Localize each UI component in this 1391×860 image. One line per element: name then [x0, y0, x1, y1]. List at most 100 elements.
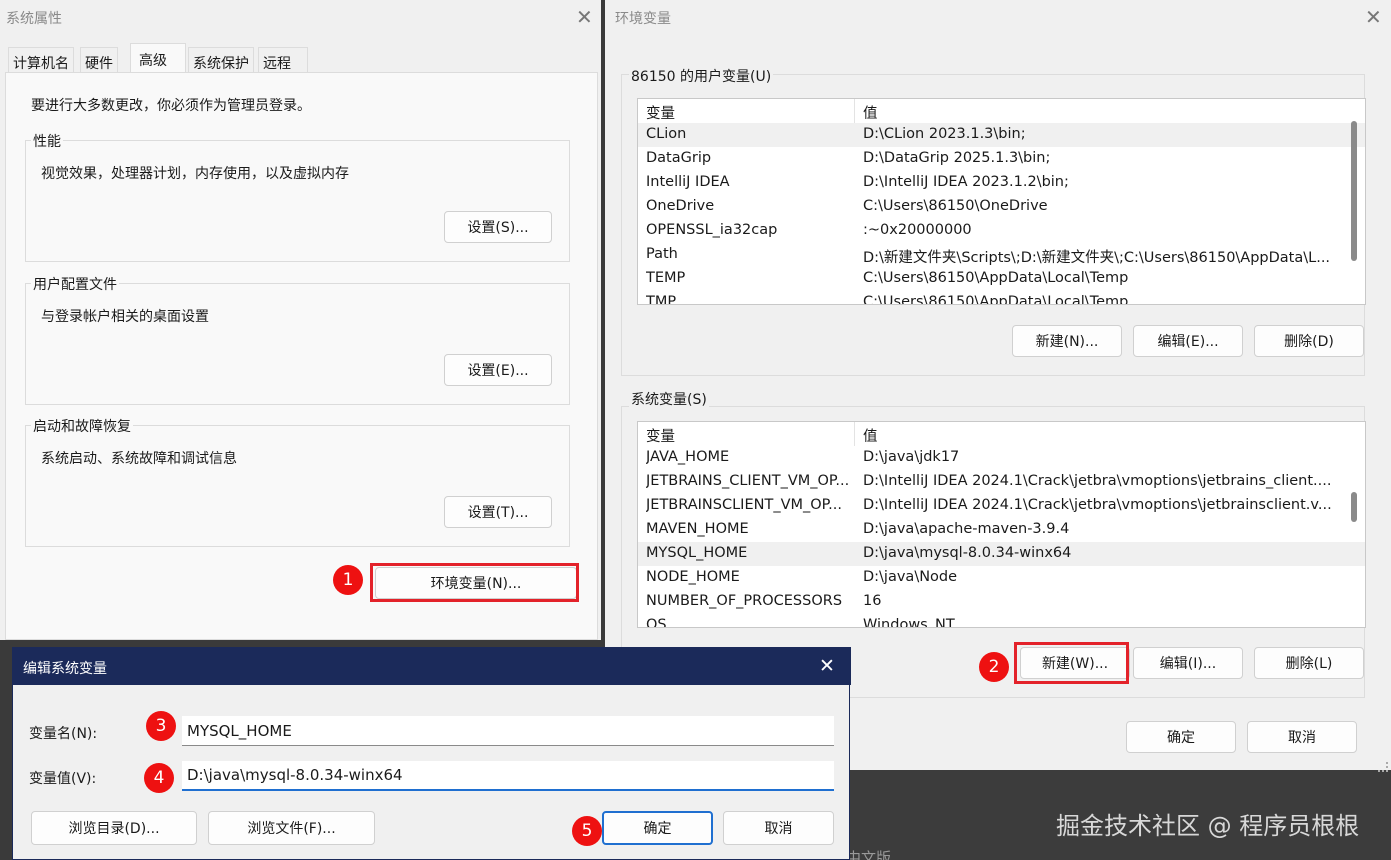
dialog-ok-button[interactable]: 确定 — [602, 811, 713, 845]
close-icon[interactable]: ✕ — [819, 655, 835, 677]
close-icon[interactable]: ✕ — [1365, 7, 1382, 27]
variable-name-label: 变量名(N): — [29, 726, 98, 742]
variable-value-label: 变量值(V): — [29, 771, 97, 787]
variable-value: Windows_NT — [863, 617, 955, 628]
list-header: 变量 值 — [638, 422, 1365, 446]
dialog-title: 编辑系统变量 — [23, 661, 107, 677]
edit-system-variable-dialog: 编辑系统变量 ✕ 变量名(N): 变量值(V): 浏览目录(D)... 浏览文件… — [12, 647, 851, 860]
taskbar-text: 中文版 — [846, 849, 892, 860]
performance-desc: 视觉效果，处理器计划，内存使用，以及虚拟内存 — [41, 166, 349, 182]
variable-name: JAVA_HOME — [646, 449, 730, 465]
variable-name: TEMP — [646, 270, 686, 286]
performance-group: 视觉效果，处理器计划，内存使用，以及虚拟内存 设置(S)... — [25, 140, 570, 262]
variable-value: D:\java\apache-maven-3.9.4 — [863, 521, 1070, 537]
step-marker-3: 3 — [146, 711, 176, 741]
user-profile-settings-button[interactable]: 设置(E)... — [444, 354, 552, 386]
column-header-value: 值 — [863, 106, 878, 122]
variable-name: IntelliJ IDEA — [646, 174, 730, 190]
user-variables-list[interactable]: 变量 值 CLion D:\CLion 2023.1.3\bin; DataGri… — [637, 98, 1366, 305]
window-title: 系统属性 — [6, 11, 62, 27]
column-header-variable: 变量 — [646, 429, 675, 445]
variable-value: D:\DataGrip 2025.1.3\bin; — [863, 150, 1051, 166]
performance-settings-button[interactable]: 设置(S)... — [444, 211, 552, 243]
env-ok-button[interactable]: 确定 — [1126, 721, 1236, 753]
list-item[interactable]: OneDrive C:\Users\86150\OneDrive — [638, 195, 1365, 219]
column-header-value: 值 — [863, 429, 878, 445]
list-item[interactable]: JAVA_HOME D:\java\jdk17 — [638, 446, 1365, 470]
tab-advanced[interactable]: 高级 — [130, 43, 186, 73]
list-item[interactable]: OS Windows_NT — [638, 614, 1365, 628]
list-item[interactable]: DataGrip D:\DataGrip 2025.1.3\bin; — [638, 147, 1365, 171]
variable-name: JETBRAINS_CLIENT_VM_OP... — [646, 473, 850, 489]
scrollbar-thumb[interactable] — [1351, 492, 1357, 522]
system-delete-button[interactable]: 删除(L) — [1254, 647, 1364, 679]
variable-value: D:\java\Node — [863, 569, 958, 585]
dialog-cancel-button[interactable]: 取消 — [723, 811, 834, 845]
variable-value: C:\Users\86150\AppData\Local\Temp — [863, 294, 1129, 305]
system-variables-list[interactable]: 变量 值 JAVA_HOME D:\java\jdk17 JETBRAINS_CL… — [637, 421, 1366, 628]
list-item[interactable]: NUMBER_OF_PROCESSORS 16 — [638, 590, 1365, 614]
tab-computer-name[interactable]: 计算机名 — [8, 47, 74, 72]
list-item[interactable]: JETBRAINSCLIENT_VM_OP... D:\IntelliJ IDEA… — [638, 494, 1365, 518]
variable-name: OS — [646, 617, 667, 628]
variable-name: NUMBER_OF_PROCESSORS — [646, 593, 843, 609]
highlight-env-button — [370, 563, 579, 602]
browse-file-button[interactable]: 浏览文件(F)... — [208, 811, 375, 845]
column-header-variable: 变量 — [646, 106, 675, 122]
step-marker-2: 2 — [979, 652, 1009, 682]
step-marker-1: 1 — [333, 565, 363, 595]
user-new-button[interactable]: 新建(N)... — [1012, 325, 1122, 357]
variable-value: D:\java\jdk17 — [863, 449, 960, 465]
list-item[interactable]: IntelliJ IDEA D:\IntelliJ IDEA 2023.1.2\b… — [638, 171, 1365, 195]
list-item[interactable]: NODE_HOME D:\java\Node — [638, 566, 1365, 590]
variable-name: MAVEN_HOME — [646, 521, 749, 537]
list-item[interactable]: OPENSSL_ia32cap :~0x20000000 — [638, 219, 1365, 243]
variable-value: D:\java\mysql-8.0.34-winx64 — [863, 545, 1072, 561]
watermark: 掘金技术社区 @ 程序员根根 — [1056, 812, 1360, 840]
variable-name: JETBRAINSCLIENT_VM_OP... — [646, 497, 842, 513]
list-item[interactable]: Path D:\新建文件夹\Scripts\;D:\新建文件夹\;C:\Users… — [638, 243, 1365, 267]
list-item[interactable]: CLion D:\CLion 2023.1.3\bin; — [638, 123, 1365, 147]
env-cancel-button[interactable]: 取消 — [1247, 721, 1357, 753]
scrollbar-thumb[interactable] — [1351, 121, 1357, 261]
user-variables-group: 变量 值 CLion D:\CLion 2023.1.3\bin; DataGri… — [621, 74, 1366, 376]
variable-value: D:\IntelliJ IDEA 2024.1\Crack\jetbra\vmo… — [863, 473, 1332, 489]
startup-recovery-group: 系统启动、系统故障和调试信息 设置(T)... — [25, 425, 570, 547]
variable-name: OneDrive — [646, 198, 715, 214]
variable-value: D:\IntelliJ IDEA 2023.1.2\bin; — [863, 174, 1069, 190]
list-item[interactable]: MAVEN_HOME D:\java\apache-maven-3.9.4 — [638, 518, 1365, 542]
startup-recovery-desc: 系统启动、系统故障和调试信息 — [41, 451, 237, 467]
startup-recovery-settings-button[interactable]: 设置(T)... — [444, 496, 552, 528]
browse-directory-button[interactable]: 浏览目录(D)... — [31, 811, 197, 845]
window-title: 环境变量 — [615, 11, 671, 27]
close-icon[interactable]: ✕ — [576, 7, 593, 27]
highlight-system-new-button — [1014, 642, 1129, 684]
list-header: 变量 值 — [638, 99, 1365, 123]
variable-value: :~0x20000000 — [863, 222, 972, 238]
user-delete-button[interactable]: 删除(D) — [1254, 325, 1364, 357]
variable-name: CLion — [646, 126, 687, 142]
list-item[interactable]: TMP C:\Users\86150\AppData\Local\Temp — [638, 291, 1365, 305]
variable-value: D:\新建文件夹\Scripts\;D:\新建文件夹\;C:\Users\861… — [863, 250, 1331, 266]
user-edit-button[interactable]: 编辑(E)... — [1133, 325, 1243, 357]
list-item[interactable]: JETBRAINS_CLIENT_VM_OP... D:\IntelliJ IDE… — [638, 470, 1365, 494]
admin-notice: 要进行大多数更改，你必须作为管理员登录。 — [31, 98, 311, 114]
variable-name: OPENSSL_ia32cap — [646, 222, 778, 238]
tab-remote[interactable]: 远程 — [258, 47, 308, 72]
variable-name-input[interactable] — [182, 716, 834, 746]
tab-hardware[interactable]: 硬件 — [80, 47, 118, 72]
system-variables-label: 系统变量(S) — [629, 389, 709, 409]
list-item[interactable]: TEMP C:\Users\86150\AppData\Local\Temp — [638, 267, 1365, 291]
user-profile-label: 用户配置文件 — [31, 274, 119, 294]
system-properties-window: 系统属性 ✕ 计算机名 硬件 高级 系统保护 远程 要进行大多数更改，你必须作为… — [0, 0, 601, 640]
user-profile-desc: 与登录帐户相关的桌面设置 — [41, 309, 209, 325]
variable-value: C:\Users\86150\OneDrive — [863, 198, 1048, 214]
tab-system-protection[interactable]: 系统保护 — [188, 47, 254, 72]
system-edit-button[interactable]: 编辑(I)... — [1133, 647, 1243, 679]
variable-value-input[interactable] — [182, 761, 834, 791]
variable-name: TMP — [646, 294, 677, 305]
variable-name: MYSQL_HOME — [646, 545, 748, 561]
variable-name: Path — [646, 246, 678, 262]
list-item[interactable]: MYSQL_HOME D:\java\mysql-8.0.34-winx64 — [638, 542, 1365, 566]
variable-value: D:\IntelliJ IDEA 2024.1\Crack\jetbra\vmo… — [863, 497, 1332, 513]
